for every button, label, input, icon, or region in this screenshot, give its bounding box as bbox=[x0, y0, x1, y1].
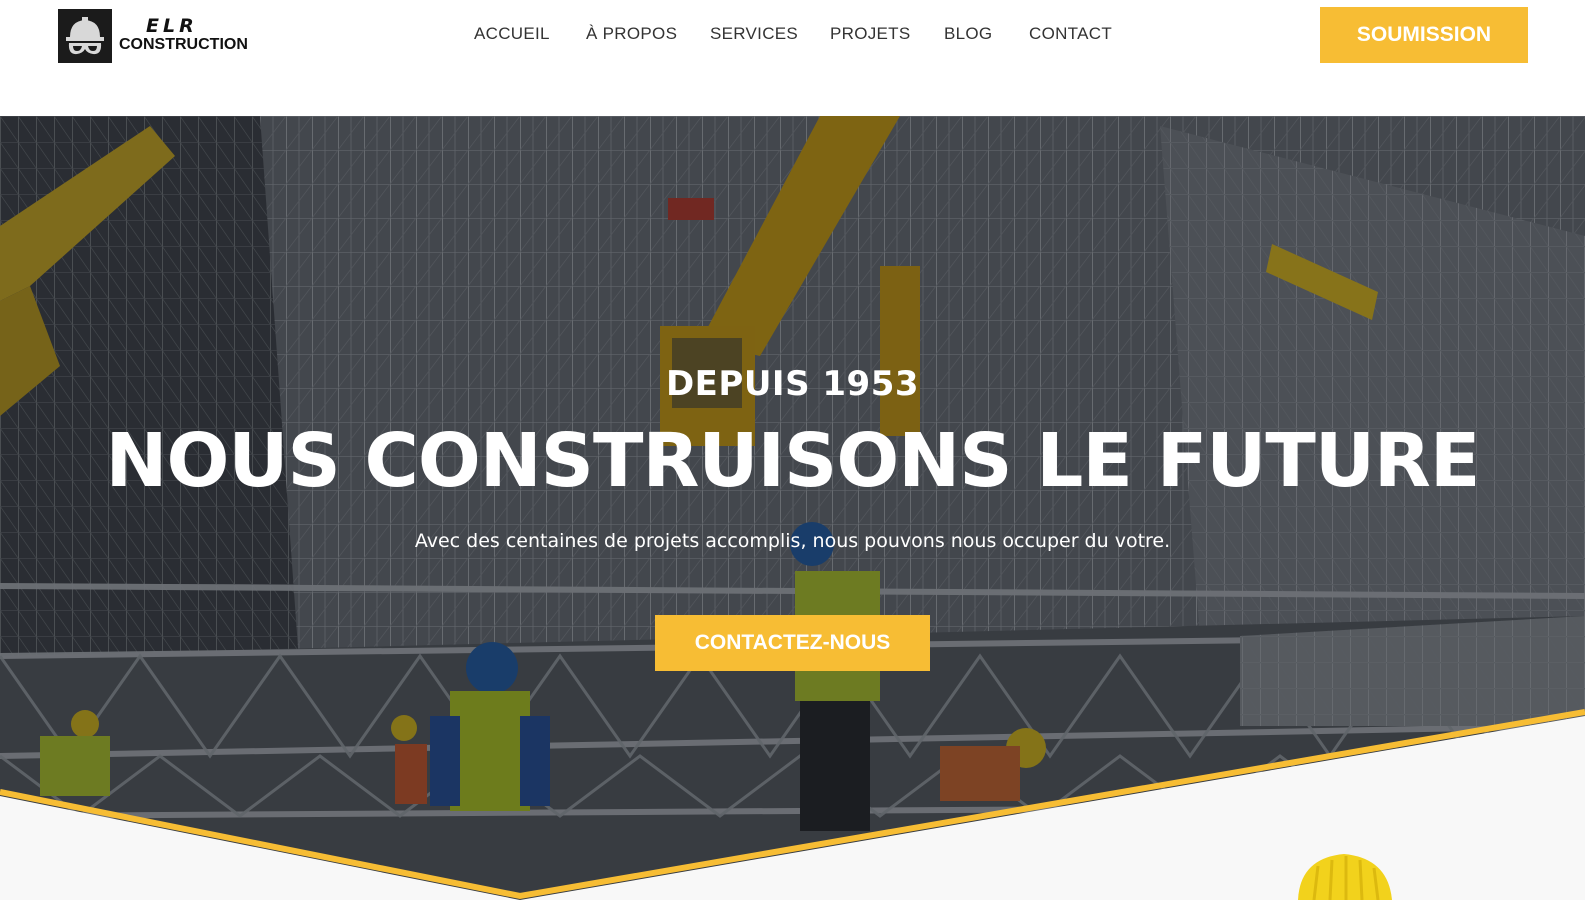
nav-item-accueil[interactable]: ACCUEIL bbox=[474, 24, 550, 44]
nav-item-services[interactable]: SERVICES bbox=[710, 24, 798, 44]
hero-eyebrow: DEPUIS 1953 bbox=[665, 364, 920, 404]
hero-title: NOUS CONSTRUISONS LE FUTURE bbox=[105, 418, 1481, 504]
nav-item-a-propos[interactable]: À PROPOS bbox=[586, 24, 677, 44]
nav-item-contact[interactable]: CONTACT bbox=[1029, 24, 1112, 44]
nav-item-blog[interactable]: BLOG bbox=[944, 24, 992, 44]
site-header: ELR CONSTRUCTION ACCUEIL À PROPOS SERVIC… bbox=[0, 0, 1585, 116]
hero-subtitle: Avec des centaines de projets accomplis,… bbox=[414, 530, 1171, 552]
nav-item-projets[interactable]: PROJETS bbox=[830, 24, 911, 44]
soumission-button[interactable]: SOUMISSION bbox=[1320, 7, 1528, 63]
contact-button[interactable]: CONTACTEZ-NOUS bbox=[655, 615, 930, 671]
hero-section: DEPUIS 1953 NOUS CONSTRUISONS LE FUTURE … bbox=[0, 116, 1585, 900]
hero-bottom-wedge bbox=[0, 709, 1585, 900]
